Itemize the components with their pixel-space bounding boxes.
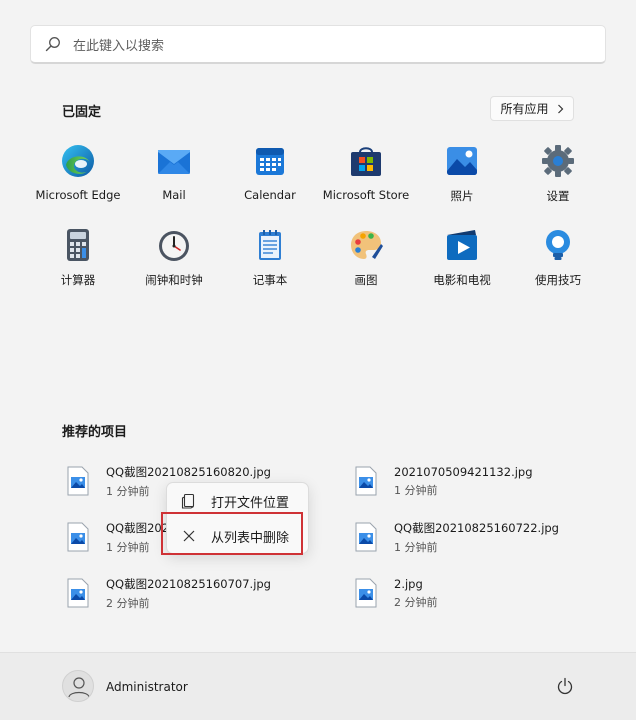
movies-icon xyxy=(447,230,477,260)
image-file-icon xyxy=(67,522,89,552)
pinned-app-paint[interactable]: 画图 xyxy=(318,227,414,299)
chevron-right-icon xyxy=(557,104,563,113)
pinned-app-clock[interactable]: 闹钟和时钟 xyxy=(126,227,222,299)
power-icon[interactable] xyxy=(556,677,574,695)
recommended-item[interactable]: QQ截图20210825160722.jpg 1 分钟前 xyxy=(350,515,559,559)
photos-icon xyxy=(447,147,477,175)
clock-icon xyxy=(159,231,189,261)
app-label: Calendar xyxy=(244,188,296,202)
user-icon xyxy=(68,677,90,698)
context-menu-open-location[interactable]: 打开文件位置 xyxy=(167,485,308,517)
image-file-icon xyxy=(67,466,89,496)
recommended-item-time: 1 分钟前 xyxy=(394,540,438,554)
recommended-item[interactable]: 2.jpg 2 分钟前 xyxy=(350,571,438,615)
recommended-item-name: 2.jpg xyxy=(394,576,423,591)
recommended-item-time: 1 分钟前 xyxy=(394,483,438,497)
all-apps-button[interactable]: 所有应用 xyxy=(490,96,574,121)
avatar[interactable] xyxy=(62,670,94,702)
app-label: 照片 xyxy=(450,189,474,203)
app-label: 使用技巧 xyxy=(535,273,581,287)
app-label: 计算器 xyxy=(60,273,96,287)
settings-icon xyxy=(542,145,574,177)
open-folder-icon xyxy=(181,493,195,509)
pinned-app-tips[interactable]: 使用技巧 xyxy=(510,227,606,299)
pinned-app-mail[interactable]: Mail xyxy=(126,143,222,215)
pinned-title: 已固定 xyxy=(62,105,102,120)
recommended-item-time: 1 分钟前 xyxy=(106,540,150,554)
context-menu-label: 打开文件位置 xyxy=(211,495,290,511)
app-label: 画图 xyxy=(354,273,378,287)
context-menu-label: 从列表中删除 xyxy=(211,530,290,546)
recommended-title: 推荐的项目 xyxy=(62,425,128,440)
search-icon xyxy=(45,37,60,52)
pinned-app-settings[interactable]: 设置 xyxy=(510,143,606,215)
recommended-item-name: QQ截图20210825160820.jpg xyxy=(106,464,271,479)
mail-icon xyxy=(158,150,190,174)
recommended-item-name: QQ截图202 xyxy=(106,520,170,535)
calculator-icon xyxy=(67,229,89,261)
recommended-item-time: 2 分钟前 xyxy=(394,595,438,609)
pinned-app-calculator[interactable]: 计算器 xyxy=(30,227,126,299)
context-menu: 打开文件位置 从列表中删除 xyxy=(166,482,309,554)
app-label: Mail xyxy=(162,188,186,202)
pinned-app-photos[interactable]: 照片 xyxy=(414,143,510,215)
calendar-icon xyxy=(256,148,284,175)
edge-icon xyxy=(62,145,94,177)
search-box[interactable]: 在此键入以搜索 xyxy=(30,25,606,64)
pinned-app-notepad[interactable]: 记事本 xyxy=(222,227,318,299)
recommended-item-time: 2 分钟前 xyxy=(106,596,150,610)
app-label: Microsoft Edge xyxy=(35,188,121,202)
recommended-item[interactable]: QQ截图202 1 分钟前 xyxy=(62,515,169,559)
image-file-icon xyxy=(355,466,377,496)
recommended-item-name: QQ截图20210825160707.jpg xyxy=(106,576,271,591)
image-file-icon xyxy=(355,522,377,552)
pinned-app-edge[interactable]: Microsoft Edge xyxy=(30,143,126,215)
start-footer: Administrator xyxy=(0,652,636,720)
app-label: 记事本 xyxy=(252,273,288,287)
username[interactable]: Administrator xyxy=(106,680,188,694)
app-label: 闹钟和时钟 xyxy=(145,273,203,287)
recommended-item-name: QQ截图20210825160722.jpg xyxy=(394,520,559,535)
recommended-item[interactable]: 2021070509421132.jpg 1 分钟前 xyxy=(350,459,533,503)
tips-icon xyxy=(546,230,570,260)
store-icon xyxy=(351,147,381,176)
pinned-app-movies[interactable]: 电影和电视 xyxy=(414,227,510,299)
image-file-icon xyxy=(67,578,89,608)
recommended-item-name: 2021070509421132.jpg xyxy=(394,464,533,479)
pinned-app-calendar[interactable]: Calendar xyxy=(222,143,318,215)
recommended-item[interactable]: QQ截图20210825160707.jpg 2 分钟前 xyxy=(62,571,271,615)
app-label: 电影和电视 xyxy=(433,273,491,287)
close-icon xyxy=(183,530,195,542)
context-menu-remove-from-list[interactable]: 从列表中删除 xyxy=(167,520,308,552)
all-apps-label: 所有应用 xyxy=(500,102,549,116)
paint-icon xyxy=(351,231,383,259)
pinned-app-store[interactable]: Microsoft Store xyxy=(318,143,414,215)
app-label: 设置 xyxy=(546,189,570,203)
search-placeholder: 在此键入以搜索 xyxy=(73,38,165,54)
image-file-icon xyxy=(355,578,377,608)
app-label: Microsoft Store xyxy=(322,188,410,202)
notepad-icon xyxy=(259,230,281,260)
